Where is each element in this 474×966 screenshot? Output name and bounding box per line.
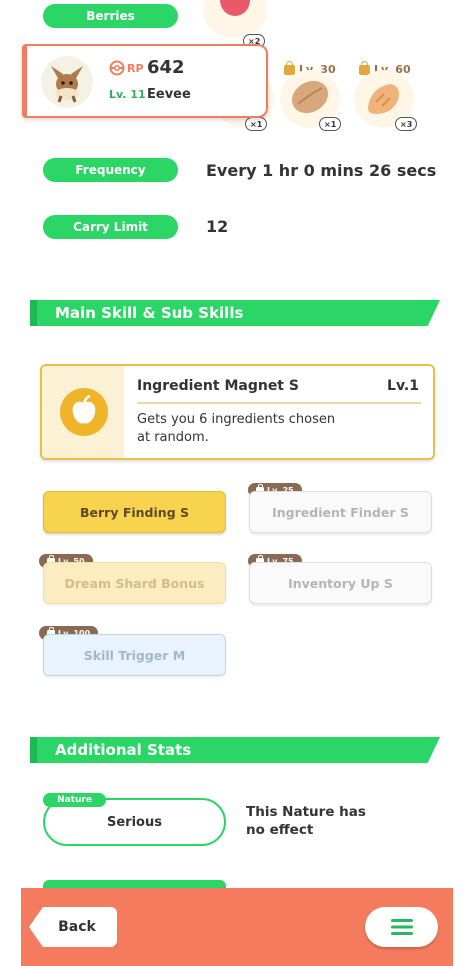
pokemon-avatar — [41, 56, 93, 108]
hamburger-menu-icon — [390, 919, 413, 935]
menu-button[interactable] — [365, 907, 438, 947]
berries-label: Berries — [43, 4, 178, 28]
main-skill-level: Lv.1 — [387, 378, 419, 394]
back-button[interactable]: Back — [29, 907, 117, 947]
frequency-label: Frequency — [43, 158, 178, 182]
sub-skill-3[interactable]: Dream Shard Bonus — [43, 562, 226, 604]
sub-skill-4[interactable]: Inventory Up S — [249, 562, 432, 604]
ingredient-qty-3: ×3 — [395, 117, 418, 131]
skill-icon-panel — [42, 366, 124, 458]
pokeball-icon — [109, 60, 125, 76]
carry-limit-label: Carry Limit — [43, 215, 178, 239]
berry-image — [203, 0, 267, 38]
nature-effect-2: no effect — [246, 822, 314, 838]
frequency-value: Every 1 hr 0 mins 26 secs — [206, 161, 437, 180]
sub-skill-5[interactable]: Skill Trigger M — [43, 634, 226, 676]
carry-limit-value: 12 — [206, 217, 229, 236]
rawst-berry-icon — [220, 0, 250, 16]
ingredient-qty-2: ×1 — [319, 117, 342, 131]
rp-label: RP — [127, 62, 144, 75]
pokemon-card[interactable]: RP 642 Lv. 11 Eevee — [22, 44, 268, 118]
main-skill-name: Ingredient Magnet S — [137, 378, 299, 394]
nature-tag: Nature — [43, 793, 106, 807]
divider — [137, 402, 421, 404]
sub-skill-1[interactable]: Berry Finding S — [43, 491, 226, 533]
additional-stats-section-header: Additional Stats — [30, 737, 440, 763]
pokemon-name: Eevee — [147, 87, 191, 102]
pokemon-level: Lv. 11 — [109, 88, 146, 101]
nature-effect-1: This Nature has — [246, 804, 366, 820]
ingredient-qty-1: ×1 — [245, 117, 268, 131]
bottom-nav-bar: Back — [21, 888, 453, 966]
section-title: Main Skill & Sub Skills — [55, 304, 244, 322]
main-skill-desc-1: Gets you 6 ingredients chosen — [137, 412, 336, 427]
eevee-icon — [51, 66, 83, 103]
sub-skill-2[interactable]: Ingredient Finder S — [249, 491, 432, 533]
main-skill-desc-2: at random. — [137, 430, 209, 445]
rp-value: 642 — [147, 57, 185, 78]
section-title: Additional Stats — [55, 741, 192, 759]
main-skill-section-header: Main Skill & Sub Skills — [30, 300, 440, 326]
apple-icon — [60, 388, 108, 436]
main-skill-card[interactable]: Ingredient Magnet S Lv.1 Gets you 6 ingr… — [40, 364, 435, 460]
